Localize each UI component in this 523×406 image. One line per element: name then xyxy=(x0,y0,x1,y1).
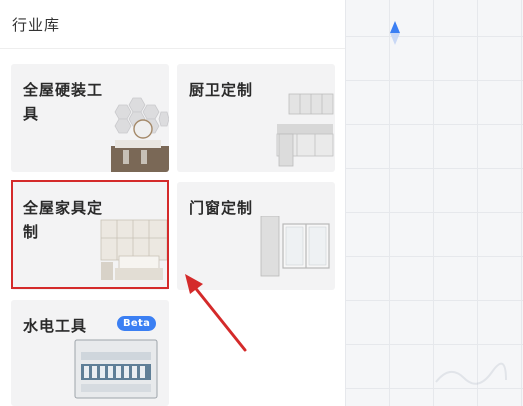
card-label: 全屋硬装工具 xyxy=(23,81,104,123)
card-whole-house-hardfit-tools[interactable]: 全屋硬装工具 xyxy=(11,64,169,172)
hardfit-illustration xyxy=(111,97,169,172)
card-whole-house-furniture-custom[interactable]: 全屋家具定制 xyxy=(11,182,169,290)
divider xyxy=(0,48,345,49)
furniture-illustration xyxy=(100,219,168,280)
card-kitchen-bath-custom[interactable]: 厨卫定制 xyxy=(177,64,335,172)
door-window-illustration xyxy=(260,216,330,277)
card-doors-windows-custom[interactable]: 门窗定制 xyxy=(177,182,335,290)
compass-icon[interactable] xyxy=(388,20,402,46)
electrical-panel-illustration xyxy=(74,339,158,399)
kitchen-illustration xyxy=(276,93,334,167)
watermark-logo xyxy=(435,362,507,385)
industry-library-panel: 行业库 全屋硬装工具 厨卫定制 全屋家具定制 门窗定制 水电工具 Beta xyxy=(0,0,345,406)
design-canvas[interactable] xyxy=(345,0,523,406)
panel-title: 行业库 xyxy=(12,16,61,34)
beta-badge: Beta xyxy=(117,316,157,331)
card-label: 全屋家具定制 xyxy=(23,199,104,241)
